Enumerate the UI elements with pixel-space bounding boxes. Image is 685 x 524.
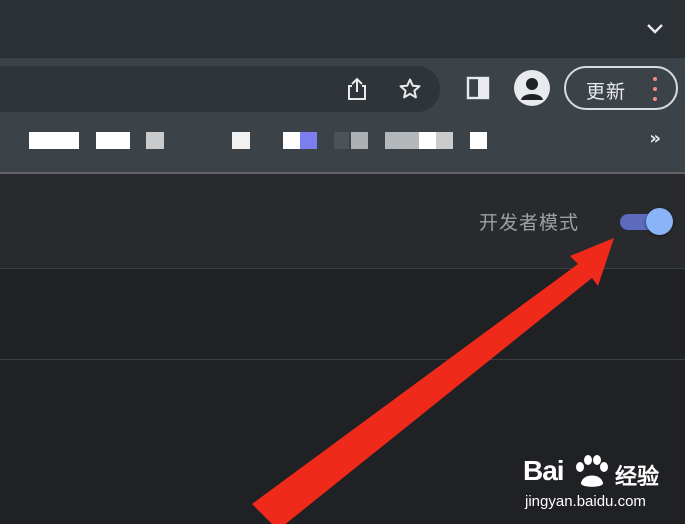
annotation-arrow [252,238,614,524]
watermark-url: jingyan.baidu.com [525,493,646,510]
watermark-brand: Bai [523,455,565,486]
baidu-jingyan-watermark: Bai 经验 jingyan.baidu.com [523,453,683,519]
watermark-product: 经验 [615,465,660,490]
baidu-paw-logo-icon [576,455,608,487]
